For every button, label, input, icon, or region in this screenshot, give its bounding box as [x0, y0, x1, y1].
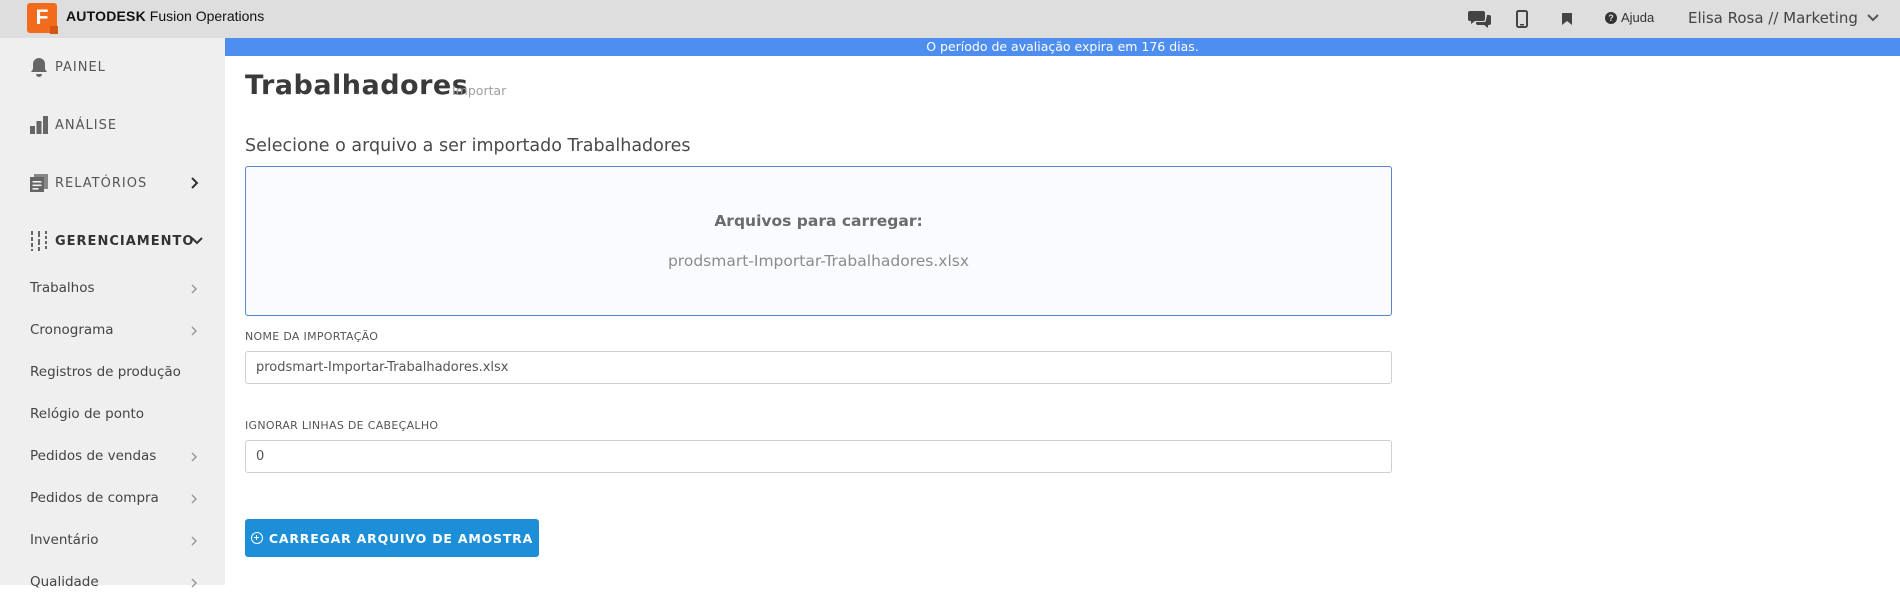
sidebar-item-label: Qualidade — [30, 574, 99, 590]
mobile-icon[interactable] — [1516, 8, 1528, 30]
sidebar-item-label: Trabalhos — [30, 280, 95, 296]
nav-painel[interactable]: PAINEL — [0, 38, 225, 96]
sidebar-item-label: Registros de produção — [30, 364, 181, 380]
chevron-down-icon — [1867, 14, 1879, 22]
chevron-right-icon — [191, 284, 198, 294]
sidebar-item-label: Pedidos de compra — [30, 490, 159, 506]
dropzone-label: Arquivos para carregar: — [714, 212, 923, 230]
chat-icon[interactable] — [1468, 8, 1492, 30]
chevron-right-icon — [191, 578, 198, 588]
nav-gerenciamento[interactable]: GERENCIAMENTO — [0, 212, 225, 270]
user-label: Elisa Rosa // Marketing — [1688, 9, 1858, 27]
help-link[interactable]: ? Ajuda — [1605, 10, 1654, 25]
nav-painel-label: PAINEL — [55, 59, 106, 75]
fusion-logo[interactable]: F — [27, 3, 58, 34]
upload-sample-button[interactable]: CARREGAR ARQUIVO DE AMOSTRA — [245, 519, 539, 557]
import-name-input[interactable] — [245, 351, 1392, 384]
sidebar-item-label: Cronograma — [30, 322, 114, 338]
nav-analise[interactable]: ANÁLISE — [0, 96, 225, 154]
sidebar-item-label: Relógio de ponto — [30, 406, 145, 422]
file-dropzone[interactable]: Arquivos para carregar: prodsmart-Import… — [245, 166, 1392, 316]
sidebar-item-label: Inventário — [30, 532, 99, 548]
brand-name: AUTODESK Fusion Operations — [66, 8, 264, 24]
sidebar-item-trabalhos[interactable]: Trabalhos — [0, 268, 225, 310]
brand-product: Fusion Operations — [149, 8, 265, 24]
chevron-right-icon — [191, 326, 198, 336]
user-menu[interactable]: Elisa Rosa // Marketing — [1688, 9, 1880, 27]
brand-autodesk: AUTODESK — [66, 8, 146, 24]
page-subtitle: Importar — [452, 83, 507, 98]
section-title: Selecione o arquivo a ser importado Trab… — [245, 136, 691, 156]
question-icon: ? — [1605, 11, 1617, 24]
sidebar-item-inventario[interactable]: Inventário — [0, 520, 225, 562]
nav-gerenciamento-label: GERENCIAMENTO — [55, 233, 195, 249]
dropzone-file-name: prodsmart-Importar-Trabalhadores.xlsx — [667, 252, 970, 270]
nav-analise-label: ANÁLISE — [55, 117, 118, 133]
nav-relatorios-label: RELATÓRIOS — [55, 175, 148, 191]
sidebar-item-pedidos-compra[interactable]: Pedidos de compra — [0, 478, 225, 520]
bar-chart-icon — [28, 114, 50, 136]
sidebar-item-pedidos-vendas[interactable]: Pedidos de vendas — [0, 436, 225, 478]
page-title: Trabalhadores — [245, 70, 469, 101]
sidebar-item-cronograma[interactable]: Cronograma — [0, 310, 225, 352]
upload-sample-label: CARREGAR ARQUIVO DE AMOSTRA — [268, 530, 534, 546]
import-name-label: NOME DA IMPORTAÇÃO — [245, 330, 379, 343]
bell-icon — [28, 56, 50, 78]
sidebar: PAINEL ANÁLISE RELATÓRIOS GERENCIAMENTO … — [0, 38, 225, 590]
bookmark-icon[interactable] — [1561, 8, 1573, 30]
chevron-right-icon — [191, 494, 198, 504]
sidebar-item-label: Pedidos de vendas — [30, 448, 157, 464]
report-icon — [28, 172, 50, 194]
trial-banner: O período de avaliação expira em 176 dia… — [225, 38, 1900, 56]
nav-relatorios[interactable]: RELATÓRIOS — [0, 154, 225, 212]
chevron-right-icon — [191, 177, 199, 189]
sidebar-item-registros[interactable]: Registros de produção — [0, 352, 225, 394]
chevron-right-icon — [191, 536, 198, 546]
header-rows-input[interactable] — [245, 440, 1392, 473]
top-bar: F AUTODESK Fusion Operations ? Ajuda Eli… — [0, 0, 1900, 38]
plus-circle-icon — [250, 532, 263, 544]
sidebar-item-qualidade[interactable]: Qualidade — [0, 562, 225, 604]
sidebar-item-relogio[interactable]: Relógio de ponto — [0, 394, 225, 436]
chevron-down-icon — [191, 237, 203, 245]
sliders-icon — [28, 230, 50, 252]
header-rows-label: IGNORAR LINHAS DE CABEÇALHO — [245, 419, 439, 432]
help-label: Ajuda — [1621, 10, 1655, 25]
chevron-right-icon — [191, 452, 198, 462]
